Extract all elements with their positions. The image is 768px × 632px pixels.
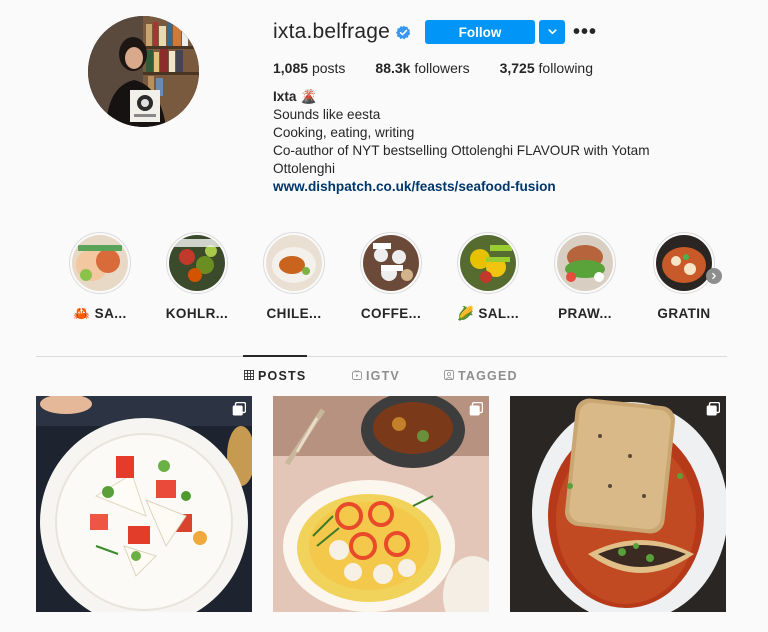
highlight-label: 🦀 SA...: [73, 306, 127, 321]
tab-label: TAGGED: [458, 369, 518, 383]
post-tile[interactable]: [510, 396, 726, 612]
profile-username: ixta.belfrage: [273, 20, 391, 43]
tab-igtv[interactable]: IGTV: [352, 369, 400, 383]
highlight-item[interactable]: CHILE...: [249, 232, 339, 321]
highlight-ring: [653, 232, 715, 294]
posts-count-stat: 1,085 posts: [273, 60, 345, 76]
highlight-ring: [554, 232, 616, 294]
highlight-item[interactable]: PRAW...: [540, 232, 630, 321]
chevron-down-icon: [547, 25, 558, 40]
highlight-item[interactable]: KOHLR...: [152, 232, 242, 321]
highlight-thumbnail: [169, 235, 225, 291]
more-options-icon[interactable]: •••: [571, 20, 599, 44]
active-tab-indicator: [243, 355, 307, 357]
following-count-value: 3,725: [499, 60, 535, 76]
tab-tagged[interactable]: TAGGED: [444, 369, 518, 383]
highlight-thumbnail: [72, 235, 128, 291]
highlight-ring: [457, 232, 519, 294]
posts-count-value: 1,085: [273, 60, 309, 76]
tab-posts[interactable]: POSTS: [244, 369, 306, 383]
highlight-item[interactable]: COFFE...: [346, 232, 436, 321]
bio-display-name: Ixta: [273, 89, 297, 104]
following-count-link[interactable]: 3,725 following: [500, 60, 593, 76]
suggested-accounts-button[interactable]: [539, 20, 566, 44]
highlight-label: KOHLR...: [165, 306, 229, 321]
profile-stats: 1,085 posts 88.3k followers 3,725 follow…: [273, 60, 623, 76]
bio-name-line: Ixta 🌋: [273, 88, 713, 106]
highlight-label: 🌽 SAL...: [456, 306, 519, 321]
tab-label: IGTV: [366, 369, 400, 383]
profile-avatar[interactable]: [88, 16, 199, 127]
verified-badge-icon: [396, 24, 411, 40]
followers-count-label: followers: [414, 60, 470, 76]
highlight-thumbnail: [363, 235, 419, 291]
carousel-icon: [469, 401, 484, 416]
highlight-label: GRATIN: [657, 306, 711, 321]
post-tile[interactable]: [273, 396, 489, 612]
bio-line: Sounds like eesta: [273, 107, 381, 122]
highlight-label: PRAW...: [558, 306, 612, 321]
post-image: [36, 396, 252, 612]
following-count-label: following: [538, 60, 594, 76]
highlight-ring: [360, 232, 422, 294]
tabs-divider: [36, 356, 727, 357]
grid-icon: [244, 369, 258, 383]
highlight-thumbnail: [266, 235, 322, 291]
tab-label: POSTS: [258, 369, 307, 383]
highlight-label: COFFE...: [360, 306, 422, 321]
posts-count-label: posts: [311, 60, 346, 76]
highlight-thumbnail: [460, 235, 516, 291]
highlight-thumbnail: [557, 235, 613, 291]
highlight-ring: [69, 232, 131, 294]
followers-count-link[interactable]: 88.3k followers: [375, 60, 469, 76]
igtv-icon: [352, 369, 366, 383]
profile-tabs: POSTS IGTV TAGGED: [0, 369, 768, 387]
tagged-icon: [444, 369, 458, 383]
profile-bio: Ixta 🌋 Sounds like eesta Cooking, eating…: [273, 88, 713, 196]
post-image: [273, 396, 489, 612]
highlight-item[interactable]: 🦀 SA...: [55, 232, 145, 322]
bio-line: Cooking, eating, writing: [273, 125, 415, 140]
follow-button[interactable]: Follow: [425, 20, 536, 44]
highlight-ring: [263, 232, 325, 294]
followers-count-value: 88.3k: [375, 60, 411, 76]
highlight-label: CHILE...: [266, 306, 322, 321]
bio-line: Co-author of NYT bestselling Ottolenghi …: [273, 143, 650, 176]
carousel-icon: [232, 401, 247, 416]
story-highlights: 🦀 SA... KOHLR... CHILE... COFFE... 🌽 SAL…: [0, 232, 768, 322]
bio-website-link[interactable]: www.dishpatch.co.uk/feasts/seafood-fusio…: [273, 179, 556, 194]
highlight-thumbnail: [656, 235, 712, 291]
post-image: [510, 396, 726, 612]
carousel-icon: [706, 401, 721, 416]
profile-header-row: ixta.belfrage Follow •••: [273, 18, 599, 46]
highlights-next-arrow-icon[interactable]: [706, 268, 722, 284]
volcano-emoji: 🌋: [300, 89, 318, 104]
highlight-item[interactable]: 🌽 SAL...: [443, 232, 533, 322]
highlight-ring: [166, 232, 228, 294]
post-tile[interactable]: [36, 396, 252, 612]
